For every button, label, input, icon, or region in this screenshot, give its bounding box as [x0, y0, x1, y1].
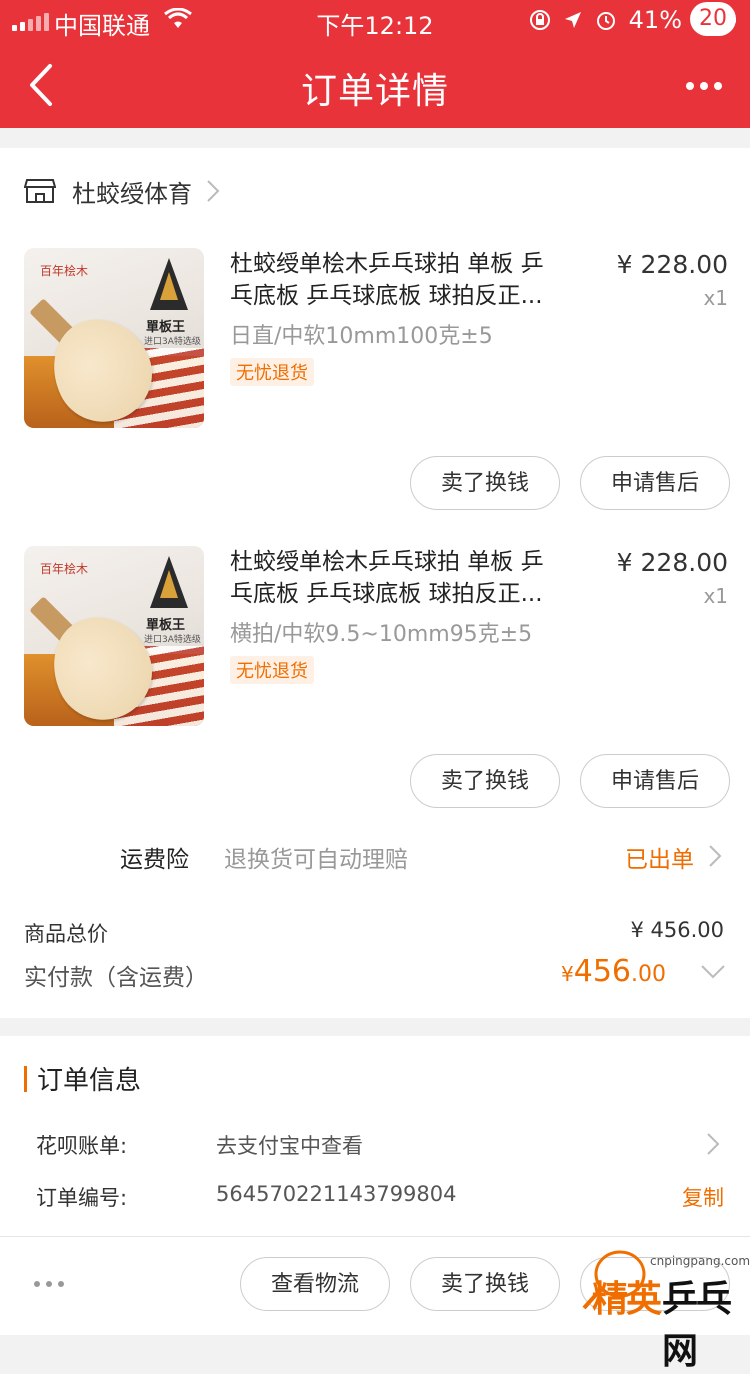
resell-button[interactable]: 卖了换钱 [410, 754, 560, 808]
alarm-icon [596, 12, 615, 30]
resell-button[interactable]: 卖了换钱 [410, 456, 560, 510]
site-watermark: cnpingpang.com 精英 乒乓网 [578, 1240, 750, 1372]
product-sku: 横拍/中软9.5~10mm95克±5 [230, 622, 533, 647]
after-sale-button[interactable]: 申请售后 [580, 456, 730, 510]
page-title: 订单详情 [300, 71, 449, 112]
paid-label: 实付款（含运费） [24, 965, 208, 991]
battery-percent: 41% [628, 6, 682, 34]
chevron-right-icon [207, 180, 220, 202]
goods-total-value: ¥ 456.00 [630, 918, 724, 942]
product-quantity: x1 [703, 584, 728, 608]
store-name: 杜蛟绶体育 [72, 179, 192, 208]
thumb-model-text: 單板王 [146, 618, 186, 633]
thumb-brand-text: 百年桧木 [40, 562, 89, 576]
thumb-grade-text: 进口3A特选级 [144, 337, 201, 347]
product-quantity: x1 [703, 286, 728, 310]
product-image[interactable]: 百年桧木 單板王 进口3A特选级 [24, 546, 204, 726]
insurance-label: 运费险 [120, 847, 189, 873]
goods-total-label: 商品总价 [24, 922, 108, 946]
status-bar: 中国联通 下午12:12 41% [0, 0, 750, 42]
watermark-site-text: cnpingpang.com [650, 1254, 750, 1268]
more-icon[interactable] [684, 66, 724, 106]
huabei-label: 花呗账单: [36, 1134, 128, 1158]
paid-amount: ¥456.00 [561, 954, 666, 989]
location-icon [564, 12, 581, 28]
watermark-text-a: 精英 [592, 1279, 662, 1320]
ghostlee-logo-icon [150, 556, 188, 608]
order-number-label: 订单编号: [36, 1186, 128, 1210]
product-sku: 日直/中软10mm100克±5 [230, 324, 493, 349]
insurance-desc: 退换货可自动理赔 [224, 847, 408, 873]
watermark-text-b: 乒乓网 [662, 1279, 732, 1372]
store-icon [24, 179, 56, 203]
store-row[interactable]: 杜蛟绶体育 [24, 160, 220, 222]
product-image[interactable]: 百年桧木 單板王 进口3A特选级 [24, 248, 204, 428]
thumb-grade-text: 进口3A特选级 [144, 635, 201, 645]
copy-button[interactable]: 复制 [682, 1182, 724, 1212]
ghostlee-logo-icon [150, 258, 188, 310]
chevron-right-icon [709, 845, 722, 867]
chevron-down-icon[interactable] [700, 964, 726, 980]
product-price: ¥ 228.00 [616, 250, 728, 279]
product-price: ¥ 228.00 [616, 548, 728, 577]
no-worry-return-tag: 无忧退货 [230, 358, 314, 386]
product-title[interactable]: 杜蛟绶单桧木乒乓球拍 单板 乒 乓底板 乒乓球底板 球拍反正... [230, 546, 592, 610]
view-logistics-button[interactable]: 查看物流 [240, 1257, 390, 1311]
no-worry-return-tag: 无忧退货 [230, 656, 314, 684]
chevron-right-icon[interactable] [706, 1132, 720, 1156]
order-number-value: 564570221143799804 [216, 1182, 457, 1206]
thumb-model-text: 單板王 [146, 320, 186, 335]
message-badge[interactable]: 20 [690, 2, 736, 36]
huabei-link[interactable]: 去支付宝中查看 [216, 1130, 363, 1160]
order-info-title: 订单信息 [24, 1060, 141, 1097]
thumb-brand-text: 百年桧木 [40, 264, 89, 278]
resell-button[interactable]: 卖了换钱 [410, 1257, 560, 1311]
shipping-insurance-row[interactable]: 运费险 退换货可自动理赔 已出单 [0, 830, 750, 882]
after-sale-button[interactable]: 申请售后 [580, 754, 730, 808]
more-actions-icon[interactable] [34, 1281, 64, 1287]
product-title[interactable]: 杜蛟绶单桧木乒乓球拍 单板 乒 乓底板 乒乓球底板 球拍反正... [230, 248, 592, 312]
insurance-status: 已出单 [625, 847, 694, 873]
lock-rotation-icon [529, 10, 550, 30]
nav-bar: 订单详情 [0, 42, 750, 128]
